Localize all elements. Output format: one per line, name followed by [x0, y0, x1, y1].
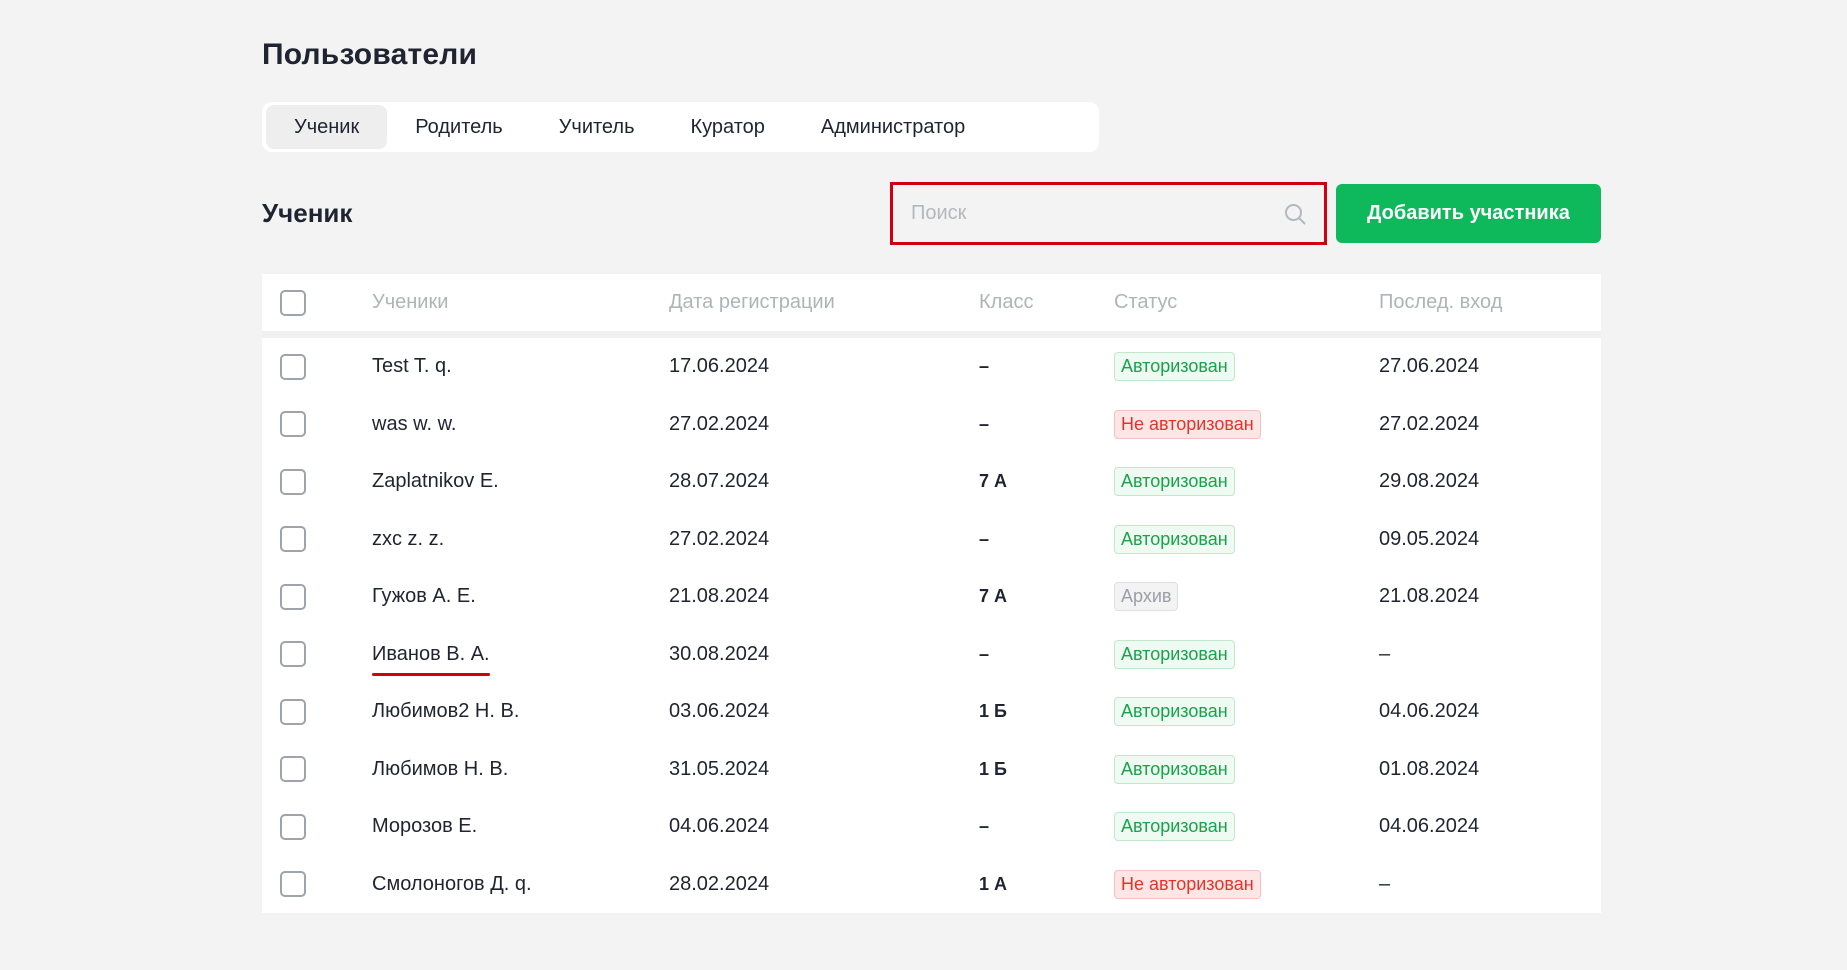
last-login: 27.02.2024 — [1379, 412, 1480, 435]
last-login: 27.06.2024 — [1379, 355, 1480, 378]
status-badge: Авторизован — [1114, 697, 1235, 727]
column-header-students[interactable]: Ученики — [372, 291, 669, 314]
row-checkbox[interactable] — [280, 871, 306, 898]
student-name[interactable]: Test T. q. — [372, 355, 452, 377]
class-value: 7 А — [979, 471, 1008, 492]
table-row[interactable]: Любимов Н. В. 31.05.2024 1 Б Авторизован… — [262, 741, 1601, 799]
class-value: 7 А — [979, 586, 1008, 607]
table-row[interactable]: Смолоногов Д. q. 28.02.2024 1 А Не автор… — [262, 856, 1601, 914]
student-name[interactable]: Смолоногов Д. q. — [372, 873, 532, 895]
table-row[interactable]: zxc z. z. 27.02.2024 – Авторизован 09.05… — [262, 511, 1601, 569]
student-name[interactable]: Любимов2 Н. В. — [372, 700, 519, 722]
registration-date: 27.02.2024 — [669, 412, 770, 435]
row-checkbox[interactable] — [280, 583, 306, 610]
last-login: 04.06.2024 — [1379, 700, 1480, 723]
role-tabs: Ученик Родитель Учитель Куратор Админист… — [262, 102, 1099, 152]
row-checkbox[interactable] — [280, 468, 306, 495]
row-checkbox[interactable] — [280, 411, 306, 438]
section-title: Ученик — [262, 198, 353, 228]
tab-teacher[interactable]: Учитель — [531, 105, 663, 149]
class-value: 1 Б — [979, 758, 1007, 779]
table-row[interactable]: Иванов В. А. 30.08.2024 – Авторизован – — [262, 626, 1601, 684]
table-row[interactable]: Морозов Е. 04.06.2024 – Авторизован 04.0… — [262, 798, 1601, 856]
registration-date: 17.06.2024 — [669, 355, 770, 378]
registration-date: 03.06.2024 — [669, 700, 770, 723]
add-participant-button[interactable]: Добавить участника — [1336, 184, 1601, 243]
registration-date: 28.02.2024 — [669, 872, 770, 895]
last-login: 04.06.2024 — [1379, 815, 1480, 838]
registration-date: 21.08.2024 — [669, 585, 770, 608]
student-name[interactable]: Zaplatnikov E. — [372, 470, 499, 492]
column-header-status[interactable]: Статус — [1114, 291, 1379, 314]
search-input[interactable] — [893, 185, 1282, 242]
table-row[interactable]: Гужов А. Е. 21.08.2024 7 А Архив 21.08.2… — [262, 568, 1601, 626]
registration-date: 04.06.2024 — [669, 815, 770, 838]
student-name[interactable]: Гужов А. Е. — [372, 585, 476, 607]
registration-date: 28.07.2024 — [669, 470, 770, 493]
table-body: Test T. q. 17.06.2024 – Авторизован 27.0… — [262, 338, 1601, 913]
last-login: 09.05.2024 — [1379, 527, 1480, 550]
student-name[interactable]: Морозов Е. — [372, 815, 477, 837]
table-header: Ученики Дата регистрации Класс Статус По… — [262, 274, 1601, 338]
status-badge: Авторизован — [1114, 467, 1235, 497]
users-table: Ученики Дата регистрации Класс Статус По… — [262, 274, 1601, 913]
registration-date: 31.05.2024 — [669, 757, 770, 780]
table-row[interactable]: Любимов2 Н. В. 03.06.2024 1 Б Авторизова… — [262, 683, 1601, 741]
class-value: – — [979, 413, 990, 434]
tab-curator[interactable]: Куратор — [662, 105, 792, 149]
column-header-class[interactable]: Класс — [979, 291, 1114, 314]
tab-parent[interactable]: Родитель — [387, 105, 530, 149]
last-login: 01.08.2024 — [1379, 757, 1480, 780]
row-checkbox[interactable] — [280, 698, 306, 725]
table-row[interactable]: was w. w. 27.02.2024 – Не авторизован 27… — [262, 396, 1601, 454]
student-name[interactable]: Любимов Н. В. — [372, 758, 508, 780]
last-login: – — [1379, 642, 1391, 665]
table-row[interactable]: Test T. q. 17.06.2024 – Авторизован 27.0… — [262, 338, 1601, 396]
row-checkbox[interactable] — [280, 353, 306, 380]
status-badge: Авторизован — [1114, 639, 1235, 669]
class-value: – — [979, 643, 990, 664]
student-name[interactable]: zxc z. z. — [372, 528, 444, 550]
student-name[interactable]: Иванов В. А. — [372, 643, 490, 676]
column-header-reg-date[interactable]: Дата регистрации — [669, 291, 979, 314]
status-badge: Авторизован — [1114, 524, 1235, 554]
search-box — [890, 182, 1327, 245]
status-badge: Архив — [1114, 582, 1179, 612]
status-badge: Авторизован — [1114, 352, 1235, 382]
registration-date: 27.02.2024 — [669, 527, 770, 550]
student-name[interactable]: was w. w. — [372, 413, 456, 435]
class-value: – — [979, 356, 990, 377]
row-checkbox[interactable] — [280, 526, 306, 553]
class-value: 1 А — [979, 873, 1008, 894]
tab-administrator[interactable]: Администратор — [793, 105, 993, 149]
class-value: 1 Б — [979, 701, 1007, 722]
last-login: 21.08.2024 — [1379, 585, 1480, 608]
column-header-last-login[interactable]: Послед. вход — [1379, 291, 1601, 314]
status-badge: Не авторизован — [1114, 409, 1261, 439]
status-badge: Авторизован — [1114, 754, 1235, 784]
select-all-checkbox[interactable] — [280, 289, 306, 316]
row-checkbox[interactable] — [280, 641, 306, 668]
class-value: – — [979, 816, 990, 837]
registration-date: 30.08.2024 — [669, 642, 770, 665]
tab-student[interactable]: Ученик — [266, 105, 388, 149]
row-checkbox[interactable] — [280, 756, 306, 783]
class-value: – — [979, 528, 990, 549]
last-login: – — [1379, 872, 1391, 895]
status-badge: Не авторизован — [1114, 869, 1261, 899]
row-checkbox[interactable] — [280, 813, 306, 840]
last-login: 29.08.2024 — [1379, 470, 1480, 493]
page-title: Пользователи — [262, 38, 478, 71]
table-row[interactable]: Zaplatnikov E. 28.07.2024 7 А Авторизова… — [262, 453, 1601, 511]
status-badge: Авторизован — [1114, 812, 1235, 842]
search-icon[interactable] — [1282, 201, 1308, 227]
